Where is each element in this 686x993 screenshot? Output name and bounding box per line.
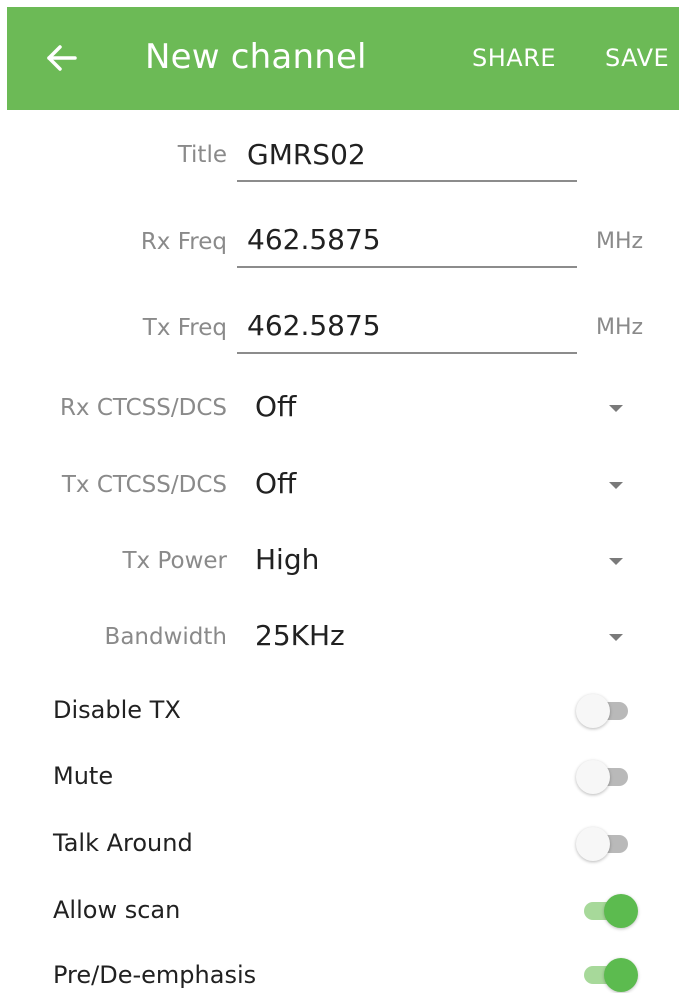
dropdown-arrow-icon[interactable] xyxy=(609,482,623,489)
mute-label: Mute xyxy=(53,762,114,790)
dropdown-arrow-icon[interactable] xyxy=(609,634,623,641)
switch-thumb xyxy=(604,894,638,928)
rx-ctcss-value: Off xyxy=(255,390,297,423)
top-margin xyxy=(0,0,686,7)
title-input-underline xyxy=(237,180,577,182)
pre-de-emphasis-switch[interactable] xyxy=(576,954,640,993)
dropdown-arrow-icon[interactable] xyxy=(609,558,623,565)
channel-editor-screen: New channel SHARE SAVE Title GMRS02 Rx F… xyxy=(0,0,686,993)
allow-scan-label: Allow scan xyxy=(53,896,181,924)
dropdown-arrow-icon[interactable] xyxy=(609,405,623,412)
tx-power-value: High xyxy=(255,543,320,576)
save-button[interactable]: SAVE xyxy=(605,44,669,72)
tx-freq-input[interactable]: 462.5875 xyxy=(247,309,381,342)
pre-de-emphasis-label: Pre/De-emphasis xyxy=(53,961,257,989)
arrow-left-icon[interactable] xyxy=(43,39,81,77)
app-bar: New channel SHARE SAVE xyxy=(7,7,679,110)
rx-freq-unit: MHz xyxy=(596,229,644,254)
switch-thumb xyxy=(576,760,610,794)
tx-freq-label: Tx Freq xyxy=(142,315,227,341)
talk-around-switch[interactable] xyxy=(576,823,640,863)
disable-tx-switch[interactable] xyxy=(576,690,640,730)
bandwidth-label: Bandwidth xyxy=(104,624,227,650)
talk-around-label: Talk Around xyxy=(53,829,193,857)
tx-freq-input-underline xyxy=(237,352,577,354)
tx-power-label: Tx Power xyxy=(122,548,227,574)
title-input[interactable]: GMRS02 xyxy=(247,138,366,171)
title-label: Title xyxy=(177,142,227,168)
rx-ctcss-label: Rx CTCSS/DCS xyxy=(59,395,227,421)
tx-freq-unit: MHz xyxy=(596,315,644,340)
bandwidth-value: 25KHz xyxy=(255,619,345,652)
rx-freq-input-underline xyxy=(237,266,577,268)
tx-ctcss-select[interactable] xyxy=(240,461,640,509)
disable-tx-label: Disable TX xyxy=(53,696,181,724)
allow-scan-switch[interactable] xyxy=(576,890,640,930)
switch-thumb xyxy=(604,958,638,992)
tx-ctcss-value: Off xyxy=(255,467,297,500)
rx-freq-label: Rx Freq xyxy=(140,229,227,255)
share-button[interactable]: SHARE xyxy=(472,44,556,72)
tx-ctcss-label: Tx CTCSS/DCS xyxy=(61,472,227,498)
rx-ctcss-select[interactable] xyxy=(240,384,640,432)
page-title: New channel xyxy=(145,37,367,77)
switch-thumb xyxy=(576,694,610,728)
switch-thumb xyxy=(576,827,610,861)
mute-switch[interactable] xyxy=(576,756,640,796)
rx-freq-input[interactable]: 462.5875 xyxy=(247,223,381,256)
